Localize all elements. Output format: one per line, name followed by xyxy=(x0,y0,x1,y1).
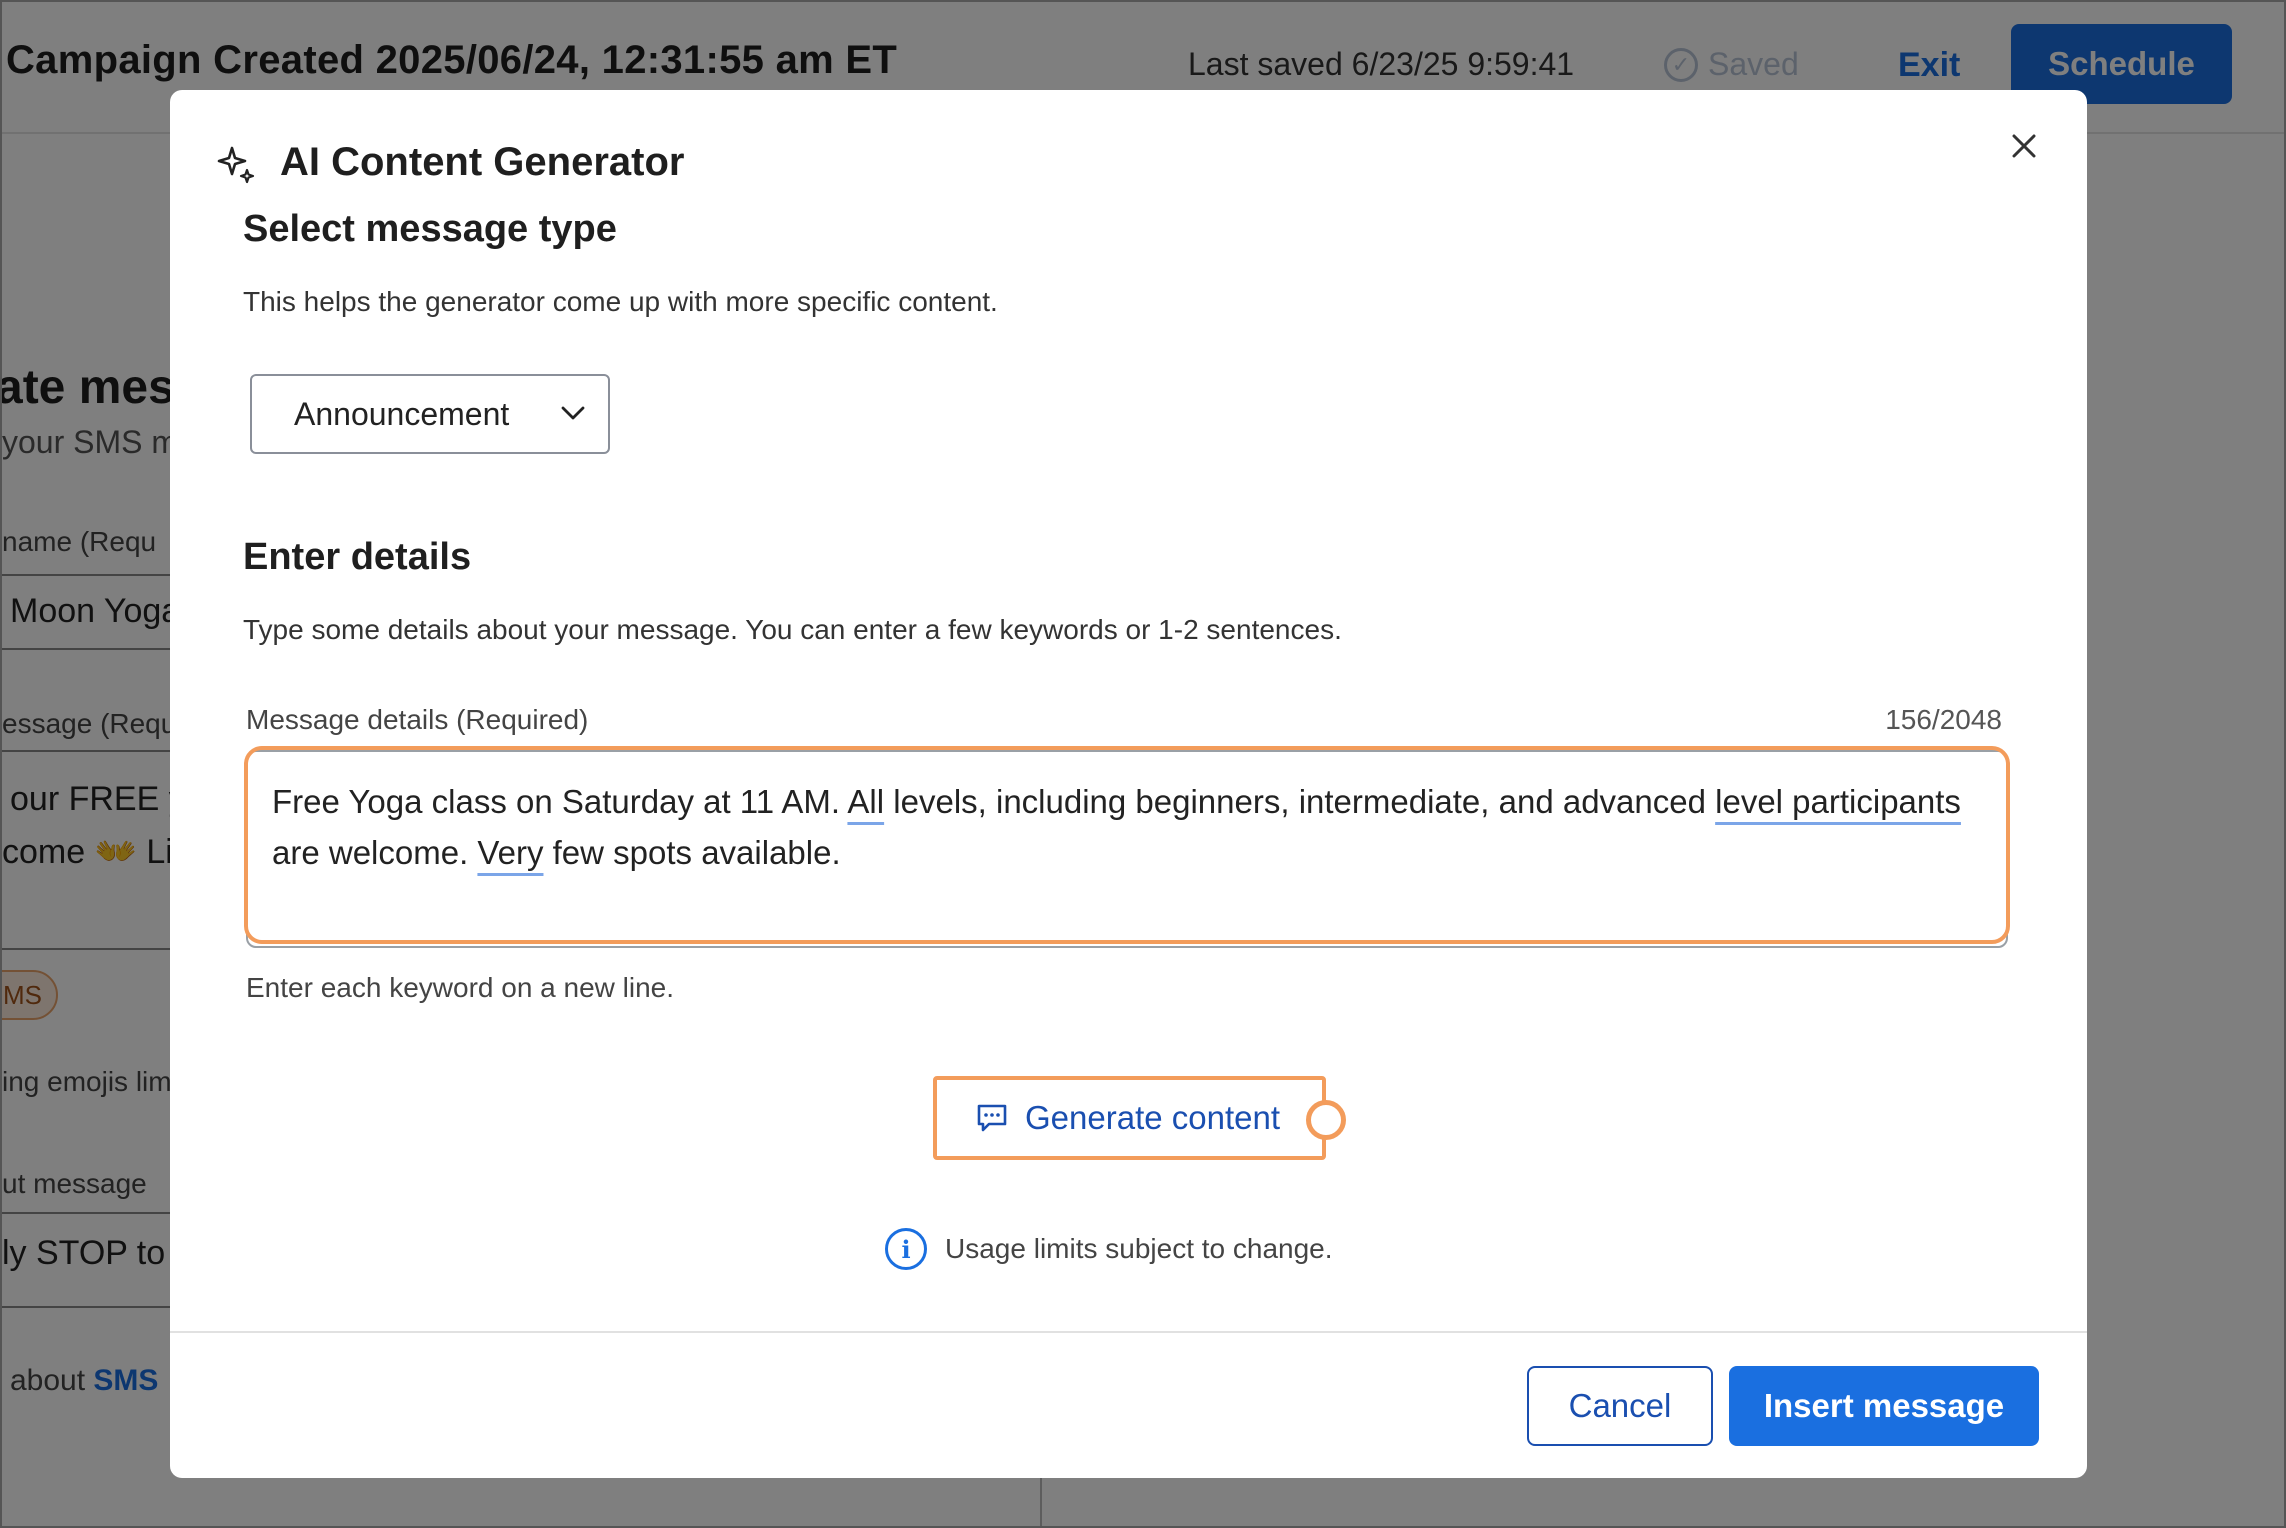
click-indicator xyxy=(1306,1100,1346,1140)
text-segment: Free Yoga class on Saturday at 11 AM. xyxy=(272,783,848,820)
details-heading: Enter details xyxy=(243,536,472,578)
info-icon: i xyxy=(885,1228,927,1270)
spellcheck-word: level participants xyxy=(1715,783,1961,820)
footer-divider xyxy=(170,1331,2087,1333)
usage-note-text: Usage limits subject to change. xyxy=(945,1233,1333,1264)
textarea-line-1: Free Yoga class on Saturday at 11 AM. Al… xyxy=(272,776,1982,827)
chevron-down-icon xyxy=(561,406,585,420)
chat-icon xyxy=(977,1104,1007,1132)
text-segment: few spots available. xyxy=(543,834,841,871)
details-description: Type some details about your message. Yo… xyxy=(243,614,1342,645)
message-type-heading: Select message type xyxy=(243,208,617,250)
dialog-title: AI Content Generator xyxy=(280,140,685,184)
sparkle-icon xyxy=(217,146,255,184)
generate-content-label: Generate content xyxy=(1025,1099,1281,1136)
message-type-selected: Announcement xyxy=(294,395,510,432)
character-count: 156/2048 xyxy=(1885,704,2002,735)
cancel-button[interactable]: Cancel xyxy=(1527,1366,1713,1446)
text-segment: are welcome. xyxy=(272,834,478,871)
insert-message-button[interactable]: Insert message xyxy=(1729,1366,2039,1446)
spellcheck-word: Very xyxy=(477,834,544,871)
generate-content-button[interactable]: Generate content xyxy=(933,1076,1326,1160)
spellcheck-word: All xyxy=(847,783,885,820)
message-type-select[interactable]: Announcement xyxy=(250,374,610,454)
message-details-textarea[interactable]: Free Yoga class on Saturday at 11 AM. Al… xyxy=(244,746,2010,944)
message-details-label: Message details (Required) xyxy=(246,704,589,735)
usage-note: i Usage limits subject to change. xyxy=(885,1228,1333,1270)
message-type-description: This helps the generator come up with mo… xyxy=(243,286,998,317)
text-segment: levels, including beginners, intermediat… xyxy=(884,783,1716,820)
ai-content-generator-dialog: AI Content Generator Select message type… xyxy=(170,90,2087,1478)
close-icon[interactable] xyxy=(2008,130,2040,162)
keyword-hint: Enter each keyword on a new line. xyxy=(246,972,675,1003)
textarea-line-2: are welcome. Very few spots available. xyxy=(272,827,1982,878)
